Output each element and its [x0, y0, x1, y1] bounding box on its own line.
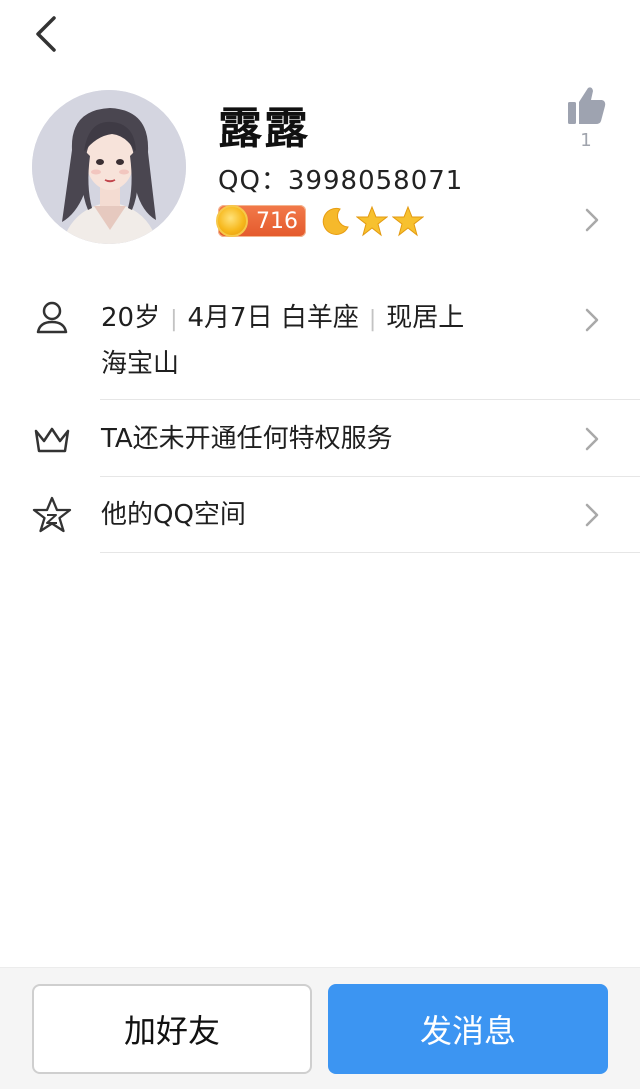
like-button[interactable]: 1: [562, 84, 610, 156]
level-value: 716: [256, 208, 298, 234]
divider: [100, 552, 640, 553]
avatar[interactable]: [32, 90, 186, 244]
back-button[interactable]: [22, 10, 70, 58]
coin-icon: [216, 205, 248, 237]
separator: |: [368, 307, 377, 332]
thumbs-up-icon: [568, 87, 606, 124]
chevron-right-icon: [585, 503, 599, 527]
qq-number: QQ：3998058071: [218, 166, 464, 196]
qzone-star-icon: [32, 496, 72, 533]
basic-info-line1: 20岁 | 4月7日 白羊座 | 现居上: [101, 296, 464, 342]
basic-info-row[interactable]: 20岁 | 4月7日 白羊座 | 现居上 海宝山: [0, 292, 640, 400]
like-count: 1: [580, 130, 592, 151]
send-message-button[interactable]: 发消息: [328, 984, 608, 1074]
chevron-right-icon[interactable]: [582, 206, 602, 234]
qzone-row[interactable]: 他的QQ空间: [0, 477, 640, 553]
level-badges[interactable]: 716: [216, 204, 428, 238]
person-icon: [36, 301, 68, 334]
qzone-label: 他的QQ空间: [101, 500, 246, 530]
profile-page: 露露 QQ：3998058071 716 1 20岁 | 4月7日 白羊座 | …: [0, 0, 640, 1089]
birthday: 4月7日 白羊座: [187, 303, 359, 333]
moon-icon: [322, 207, 349, 235]
star-icon: [392, 205, 424, 237]
add-friend-button[interactable]: 加好友: [32, 984, 312, 1074]
chevron-right-icon: [585, 427, 599, 451]
vip-label: TA还未开通任何特权服务: [101, 424, 393, 454]
chevron-left-icon: [36, 16, 56, 52]
vip-row[interactable]: TA还未开通任何特权服务: [0, 401, 640, 477]
location-line2: 海宝山: [101, 349, 180, 379]
crown-icon: [34, 427, 70, 453]
avatar-portrait: [32, 90, 186, 244]
location-line1: 现居上: [386, 303, 465, 333]
star-icon: [356, 205, 388, 237]
separator: |: [170, 307, 178, 332]
bottom-action-bar: 加好友 发消息: [0, 967, 640, 1089]
divider: [100, 399, 640, 400]
chevron-right-icon: [585, 308, 599, 332]
nickname: 露露: [218, 103, 310, 154]
level-badge: 716: [216, 205, 306, 237]
age: 20岁: [101, 303, 161, 333]
